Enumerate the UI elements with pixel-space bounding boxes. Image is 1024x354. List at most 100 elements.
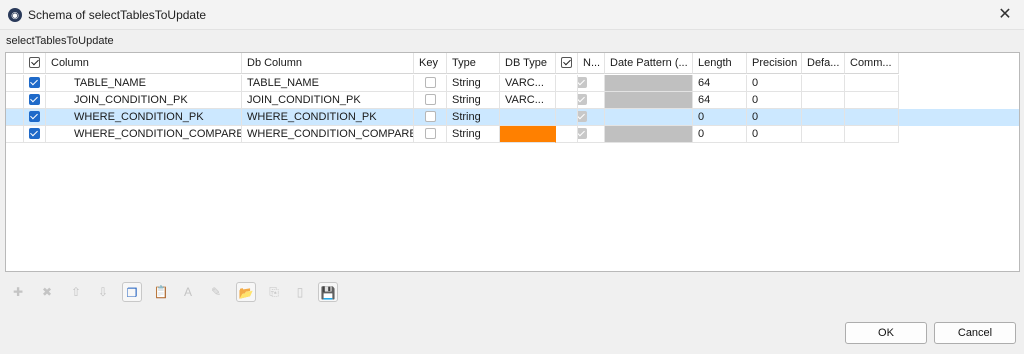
nullable-all-checkbox[interactable]	[561, 56, 572, 68]
cell-length[interactable]: 0	[693, 126, 747, 143]
cell-nullable-all[interactable]	[556, 126, 578, 143]
header-db-column[interactable]: Db Column	[242, 53, 414, 74]
cell-nullable-all[interactable]	[556, 109, 578, 126]
cell-precision[interactable]: 0	[747, 92, 802, 109]
row-checkbox[interactable]	[29, 110, 40, 122]
header-precision[interactable]: Precision	[747, 53, 802, 74]
cell-nullable[interactable]	[578, 109, 605, 126]
cell-db-column[interactable]: TABLE_NAME	[242, 75, 414, 92]
table-row[interactable]: WHERE_CONDITION_COMPARE WHERE_CONDITION_C…	[6, 126, 899, 143]
cell-select-all[interactable]	[24, 109, 46, 126]
ok-button[interactable]: OK	[845, 322, 927, 344]
save-button[interactable]: 💾	[318, 282, 338, 302]
cell-db-type[interactable]	[500, 126, 556, 143]
header-db-type[interactable]: DB Type	[500, 53, 556, 74]
row-checkbox[interactable]	[29, 127, 40, 139]
cell-select-all[interactable]	[24, 75, 46, 92]
header-nullable-all[interactable]	[556, 53, 578, 74]
copy-button[interactable]: ❐	[122, 282, 142, 302]
header-date-pattern[interactable]: Date Pattern (...	[605, 53, 693, 74]
cell-default[interactable]	[802, 75, 845, 92]
cell-nullable-all[interactable]	[556, 75, 578, 92]
cell-db-column[interactable]: WHERE_CONDITION_PK	[242, 109, 414, 126]
cell-comment[interactable]	[845, 109, 899, 126]
cell-db-type[interactable]: VARC...	[500, 75, 556, 92]
cell-nullable[interactable]	[578, 75, 605, 92]
cell-comment[interactable]	[845, 75, 899, 92]
cell-comment[interactable]	[845, 126, 899, 143]
header-comment[interactable]: Comm...	[845, 53, 899, 74]
cell-type[interactable]: String	[447, 126, 500, 143]
row-checkbox[interactable]	[29, 76, 40, 88]
cell-precision[interactable]: 0	[747, 126, 802, 143]
header-label-comment: Comm...	[850, 57, 892, 69]
row-handle-header	[6, 53, 24, 74]
paste-button[interactable]: 📋	[151, 282, 171, 302]
schema-table[interactable]: Column Db Column Key Type DB Type N... Date Pa…	[5, 52, 1020, 272]
cell-db-type[interactable]: VARC...	[500, 92, 556, 109]
cell-default[interactable]	[802, 109, 845, 126]
key-checkbox[interactable]	[425, 127, 436, 139]
cell-default[interactable]	[802, 126, 845, 143]
table-row[interactable]: JOIN_CONDITION_PK JOIN_CONDITION_PK String…	[6, 92, 899, 109]
select-all-checkbox[interactable]	[29, 56, 40, 68]
export-button[interactable]: ⎘	[264, 282, 284, 302]
cell-column[interactable]: JOIN_CONDITION_PK	[46, 92, 242, 109]
cell-nullable[interactable]	[578, 92, 605, 109]
row-handle	[6, 126, 24, 143]
key-checkbox[interactable]	[425, 93, 436, 105]
cell-default[interactable]	[802, 92, 845, 109]
font-button[interactable]: A	[178, 282, 198, 302]
reset-button[interactable]: ▯	[290, 282, 310, 302]
table-row[interactable]: WHERE_CONDITION_PK WHERE_CONDITION_PK Stri…	[6, 109, 1019, 126]
header-select-all[interactable]	[24, 53, 46, 74]
key-checkbox[interactable]	[425, 110, 436, 122]
cell-db-column[interactable]: JOIN_CONDITION_PK	[242, 92, 414, 109]
cell-text: String	[452, 94, 481, 106]
cell-precision[interactable]: 0	[747, 75, 802, 92]
cell-text: 64	[698, 94, 711, 106]
move-up-icon: ⇧	[70, 285, 82, 299]
header-key[interactable]: Key	[414, 53, 447, 74]
move-up-button[interactable]: ⇧	[66, 282, 86, 302]
cell-nullable[interactable]	[578, 126, 605, 143]
row-checkbox[interactable]	[29, 93, 40, 105]
cell-date-pattern	[605, 126, 693, 143]
header-length[interactable]: Length	[693, 53, 747, 74]
close-button[interactable]: ✕	[994, 4, 1016, 26]
header-type[interactable]: Type	[447, 53, 500, 74]
add-button[interactable]: ✚	[8, 282, 28, 302]
cell-key[interactable]	[414, 92, 447, 109]
move-down-button[interactable]: ⇩	[93, 282, 113, 302]
cell-type[interactable]: String	[447, 75, 500, 92]
cell-length[interactable]: 64	[693, 92, 747, 109]
header-default[interactable]: Defa...	[802, 53, 845, 74]
key-checkbox[interactable]	[425, 76, 436, 88]
edit-button[interactable]: ✎	[206, 282, 226, 302]
import-button[interactable]: 📂	[236, 282, 256, 302]
cell-column[interactable]: TABLE_NAME	[46, 75, 242, 92]
header-column[interactable]: Column	[46, 53, 242, 74]
cell-length[interactable]: 64	[693, 75, 747, 92]
header-label-default: Defa...	[807, 57, 840, 69]
cell-db-type[interactable]	[500, 109, 556, 126]
cell-key[interactable]	[414, 109, 447, 126]
table-row[interactable]: TABLE_NAME TABLE_NAME String VARC... 64 0	[6, 75, 899, 92]
nullable-checkbox	[578, 93, 587, 105]
cell-db-column[interactable]: WHERE_CONDITION_COMPARE	[242, 126, 414, 143]
cell-select-all[interactable]	[24, 92, 46, 109]
delete-button[interactable]: ✖	[37, 282, 57, 302]
cell-nullable-all[interactable]	[556, 92, 578, 109]
cell-type[interactable]: String	[447, 109, 500, 126]
cell-precision[interactable]: 0	[747, 109, 802, 126]
cell-column[interactable]: WHERE_CONDITION_PK	[46, 109, 242, 126]
cell-type[interactable]: String	[447, 92, 500, 109]
cancel-button[interactable]: Cancel	[934, 322, 1016, 344]
cell-length[interactable]: 0	[693, 109, 747, 126]
header-nullable[interactable]: N...	[578, 53, 605, 74]
cell-column[interactable]: WHERE_CONDITION_COMPARE	[46, 126, 242, 143]
cell-select-all[interactable]	[24, 126, 46, 143]
cell-key[interactable]	[414, 75, 447, 92]
cell-comment[interactable]	[845, 92, 899, 109]
cell-key[interactable]	[414, 126, 447, 143]
